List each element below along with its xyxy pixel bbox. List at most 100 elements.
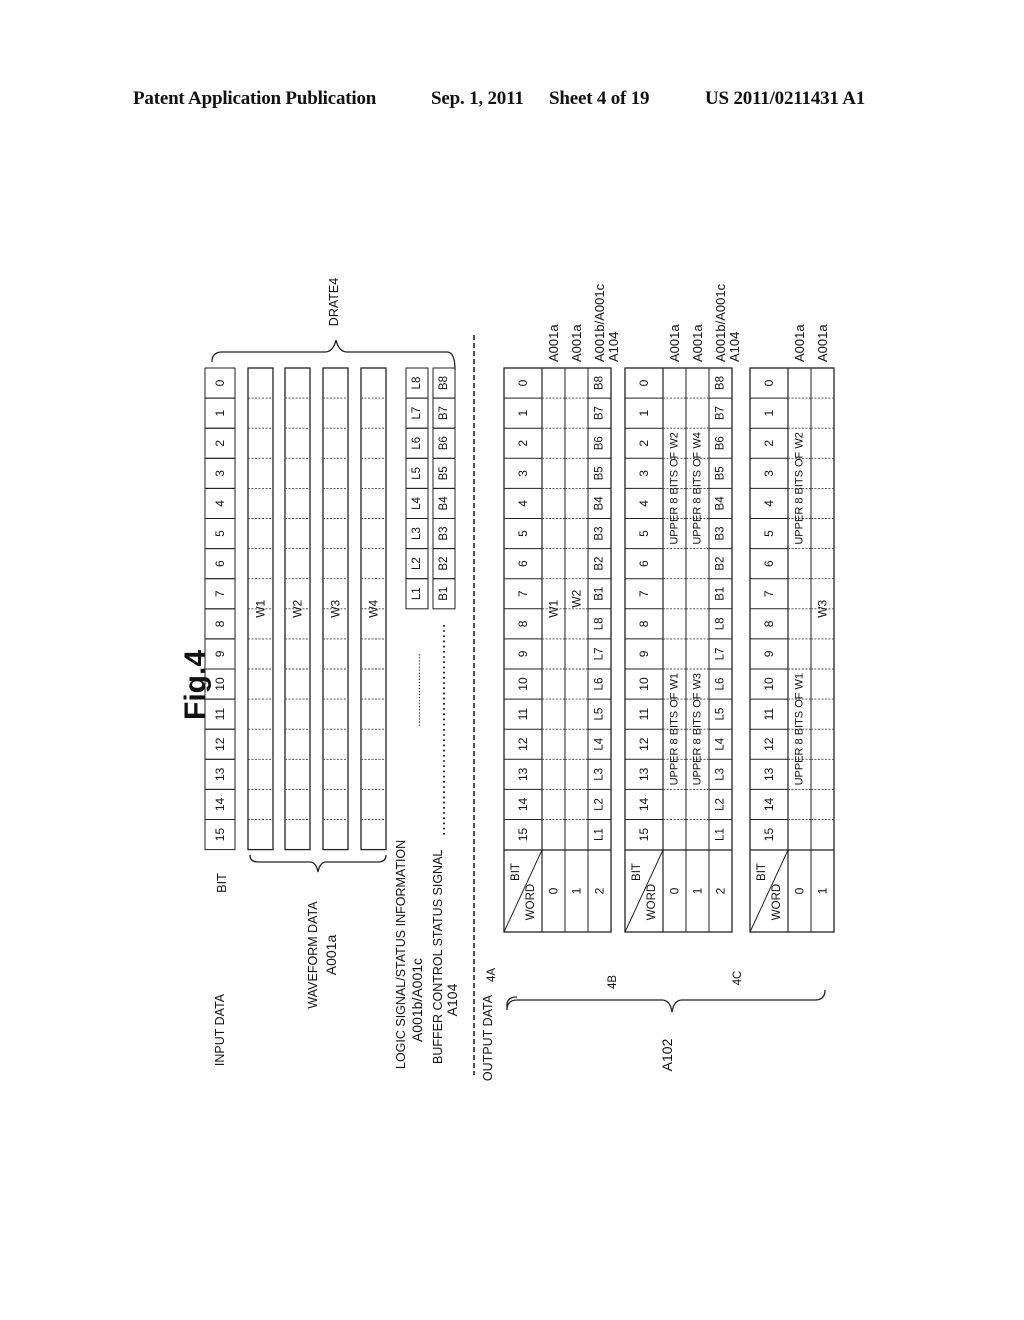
logic-bit-label: L8 — [715, 617, 727, 630]
bit-number: 14 — [762, 797, 776, 811]
word-content: W3 — [816, 599, 830, 617]
buffer-bit-label: B3 — [715, 527, 727, 541]
row-reference: A001a — [690, 324, 705, 362]
bit-number: 7 — [637, 590, 651, 597]
logic-bit-cell-label: L1 — [411, 587, 423, 600]
corner-bit-label: BIT — [756, 863, 768, 881]
logic-bit-label: L2 — [594, 798, 606, 811]
output-table-4a: 0123456789101112131415BITWORD 0W11W22L1B1… — [503, 367, 612, 933]
bit-number: 2 — [213, 440, 227, 447]
table-frame — [749, 367, 835, 933]
bit-number: 10 — [516, 677, 530, 691]
bit-number: 10 — [213, 677, 227, 691]
bit-number: 13 — [516, 767, 530, 781]
logic-bit-label: L4 — [594, 737, 606, 750]
waveform-word-label: W3 — [329, 599, 343, 617]
bit-number: 4 — [762, 500, 776, 507]
word-number: 2 — [593, 887, 607, 894]
bit-number: 3 — [762, 470, 776, 477]
bit-number: 0 — [516, 379, 530, 386]
upper-half-content: UPPER 8 BITS OF W1 — [669, 673, 681, 785]
word-number: 0 — [668, 887, 682, 894]
bit-number: 14 — [516, 797, 530, 811]
figure-title: Fig.4 — [179, 650, 212, 720]
bit-number: 6 — [516, 560, 530, 567]
word-number: 2 — [714, 887, 728, 894]
bit-number: 14 — [213, 797, 227, 811]
waveform-data-ref: A001a — [323, 935, 339, 976]
bit-number: 0 — [213, 379, 227, 386]
bit-number: 12 — [762, 737, 776, 751]
bit-number: 10 — [637, 677, 651, 691]
corner-word-label: WORD — [646, 884, 658, 920]
bit-number: 12 — [213, 737, 227, 751]
buffer-bit-cell-label: B3 — [438, 527, 450, 541]
bit-number: 0 — [762, 379, 776, 386]
corner-bit-label: BIT — [631, 863, 643, 881]
buffer-bit-cell-label: B4 — [438, 496, 450, 511]
logic-bit-label: L1 — [594, 828, 606, 841]
bit-number: 7 — [762, 590, 776, 597]
bit-number: 11 — [516, 708, 530, 721]
word-number: 0 — [547, 887, 561, 894]
bit-number: 9 — [213, 650, 227, 657]
bit-number: 5 — [762, 530, 776, 537]
buffer-bit-label: B5 — [594, 466, 606, 480]
word-number: 0 — [793, 887, 807, 894]
buffer-bit-label: B8 — [715, 376, 727, 390]
row-reference-secondary: A104 — [727, 332, 742, 362]
output-group-ref: A102 — [659, 1038, 675, 1071]
bit-number: 14 — [637, 797, 651, 811]
input-data-label: INPUT DATA — [213, 993, 227, 1066]
bit-number: 4 — [516, 500, 530, 507]
logic-bit-label: L7 — [715, 648, 727, 661]
row-reference: A001a — [667, 324, 682, 362]
logic-signal-label: LOGIC SIGNAL/STATUS INFORMATION — [394, 840, 408, 1069]
word-content: W1 — [547, 599, 561, 617]
buffer-bit-label: B4 — [715, 496, 727, 511]
word-number: 1 — [816, 887, 830, 894]
waveform-brace — [249, 854, 387, 873]
bit-number: 8 — [762, 620, 776, 627]
logic-signal-ref: A001b/A001c — [409, 958, 425, 1042]
bit-number: 2 — [637, 440, 651, 447]
buffer-bit-label: B3 — [594, 527, 606, 541]
logic-bit-cell-label: L8 — [411, 377, 423, 390]
bit-number: 8 — [213, 620, 227, 627]
bit-number: 11 — [213, 708, 227, 721]
bit-number: 12 — [637, 737, 651, 751]
bit-number: 1 — [762, 409, 776, 416]
bit-number: 2 — [762, 440, 776, 447]
row-reference: A001b/A001c — [592, 283, 607, 362]
buffer-control-label: BUFFER CONTROL STATUS SIGNAL — [431, 850, 445, 1064]
table-id: 4B — [607, 975, 619, 989]
bit-number: 9 — [762, 650, 776, 657]
bit-number: 6 — [213, 560, 227, 567]
logic-bit-label: L1 — [715, 828, 727, 841]
buffer-bit-cell-label: B1 — [438, 587, 450, 601]
buffer-bit-cell-label: B2 — [438, 557, 450, 571]
bit-number: 3 — [516, 470, 530, 477]
bit-number: 15 — [213, 828, 227, 842]
bit-number: 11 — [637, 708, 651, 721]
word-number: 1 — [570, 887, 584, 894]
bit-number: 5 — [516, 530, 530, 537]
buffer-bit-label: B4 — [594, 496, 606, 511]
bit-number: 12 — [516, 737, 530, 751]
figure-4-drawing: Fig.4 INPUT DATA BIT WAVEFORM DATA A001a… — [179, 278, 835, 1081]
logic-bit-cell-label: L2 — [411, 557, 423, 570]
logic-ellipsis: ........................ — [411, 653, 423, 726]
buffer-bit-label: B6 — [715, 436, 727, 450]
bit-number: 1 — [213, 409, 227, 416]
bit-number: 5 — [637, 530, 651, 537]
buffer-bit-label: B7 — [594, 406, 606, 420]
buffer-bit-label: B7 — [715, 406, 727, 420]
logic-bit-label: L4 — [715, 737, 727, 750]
bit-number: 6 — [637, 560, 651, 567]
output-table-4b: 0123456789101112131415BITWORD 0UPPER 8 BI… — [624, 367, 733, 933]
bit-number: 2 — [516, 440, 530, 447]
bit-number: 13 — [762, 767, 776, 781]
bit-number: 11 — [762, 708, 776, 721]
row-reference: A001a — [815, 324, 830, 362]
logic-bit-label: L3 — [594, 768, 606, 781]
